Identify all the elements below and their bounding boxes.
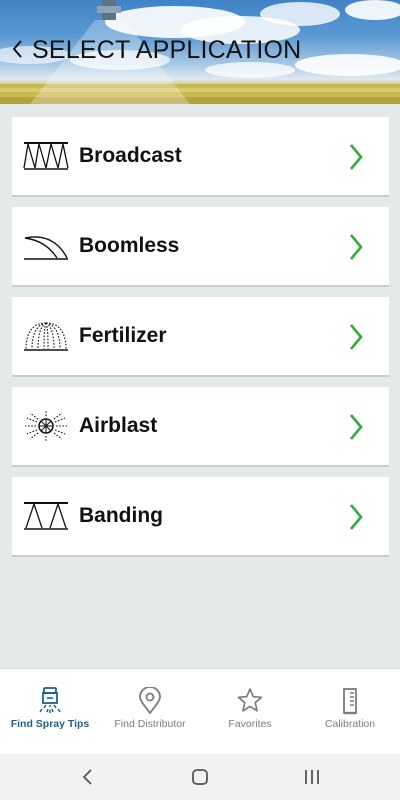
map-pin-icon	[139, 687, 161, 715]
header-banner: SELECT APPLICATION	[0, 0, 400, 104]
application-item-fertilizer[interactable]: Fertilizer	[12, 297, 389, 375]
application-label: Boomless	[79, 234, 180, 257]
measuring-cylinder-icon	[343, 688, 357, 715]
application-item-boomless[interactable]: Boomless	[12, 207, 389, 285]
page-title: SELECT APPLICATION	[32, 36, 302, 64]
banding-spray-icon	[24, 502, 68, 530]
broadcast-spray-icon	[23, 142, 69, 170]
tab-label: Calibration	[324, 718, 376, 730]
tab-label: Find Distributor	[114, 718, 186, 730]
application-label: Fertilizer	[79, 324, 167, 347]
chevron-right-icon	[350, 504, 363, 530]
application-item-banding[interactable]: Banding	[12, 477, 389, 555]
tab-calibration[interactable]: Calibration	[300, 669, 400, 755]
tab-label: Find Spray Tips	[10, 718, 90, 730]
application-list: Broadcast Boomless Fertilizer Airblast B…	[12, 117, 389, 567]
system-home-icon[interactable]	[188, 766, 212, 788]
spray-nozzle-icon	[39, 687, 61, 713]
chevron-left-icon[interactable]	[10, 37, 24, 61]
application-label: Banding	[79, 504, 163, 527]
application-item-broadcast[interactable]: Broadcast	[12, 117, 389, 195]
chevron-right-icon	[350, 234, 363, 260]
tab-favorites[interactable]: Favorites	[200, 669, 300, 755]
boomless-spray-icon	[24, 236, 68, 260]
system-nav-bar	[0, 754, 400, 800]
star-icon	[237, 688, 263, 712]
fertilizer-spray-icon	[24, 322, 68, 351]
application-label: Broadcast	[79, 144, 182, 167]
bottom-nav: Find Spray Tips Find Distributor Favorit…	[0, 668, 400, 755]
system-recents-icon[interactable]	[300, 766, 324, 788]
system-back-icon[interactable]	[76, 766, 100, 788]
tab-find-distributor[interactable]: Find Distributor	[100, 669, 200, 755]
chevron-right-icon	[350, 324, 363, 350]
application-label: Airblast	[79, 414, 158, 437]
tab-label: Favorites	[228, 718, 272, 730]
tab-find-spray-tips[interactable]: Find Spray Tips	[0, 669, 100, 755]
application-item-airblast[interactable]: Airblast	[12, 387, 389, 465]
chevron-right-icon	[350, 414, 363, 440]
chevron-right-icon	[350, 144, 363, 170]
airblast-spray-icon	[25, 411, 67, 441]
